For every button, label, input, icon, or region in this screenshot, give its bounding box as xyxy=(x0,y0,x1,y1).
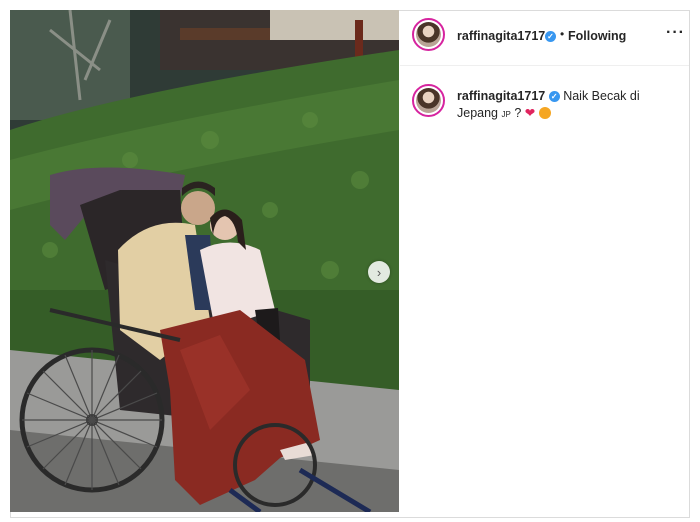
post-header: raffinagita1717 ✓ • Following ··· xyxy=(400,10,689,66)
caption-text-1: Naik Becak di xyxy=(563,89,640,103)
header-username[interactable]: raffinagita1717 xyxy=(457,29,545,43)
verified-badge-icon: ✓ xyxy=(548,91,560,103)
more-options-icon[interactable]: ··· xyxy=(666,24,685,42)
red-heart-icon: ❤ xyxy=(524,106,536,120)
post-caption: raffinagita1717 ✓ Naik Becak di Jepang J… xyxy=(457,88,677,123)
verified-badge-icon: ✓ xyxy=(545,31,556,42)
post-photo[interactable] xyxy=(10,10,399,512)
caption-text-2: Jepang xyxy=(457,106,499,120)
heart-eyes-face-icon xyxy=(538,107,551,119)
post-side-panel: raffinagita1717 ✓ • Following ··· raffin… xyxy=(400,10,689,518)
caption-avatar[interactable] xyxy=(412,84,445,117)
chevron-right-icon: › xyxy=(376,264,382,280)
profile-avatar[interactable] xyxy=(412,18,445,51)
next-photo-button[interactable]: › xyxy=(368,261,390,283)
jp-flag-icon: JP xyxy=(501,110,511,119)
caption-extra: ? xyxy=(514,106,522,120)
following-button[interactable]: Following xyxy=(568,29,626,43)
photo-image xyxy=(10,10,399,512)
caption-username[interactable]: raffinagita1717 xyxy=(457,89,545,103)
separator-dot: • xyxy=(560,27,565,41)
